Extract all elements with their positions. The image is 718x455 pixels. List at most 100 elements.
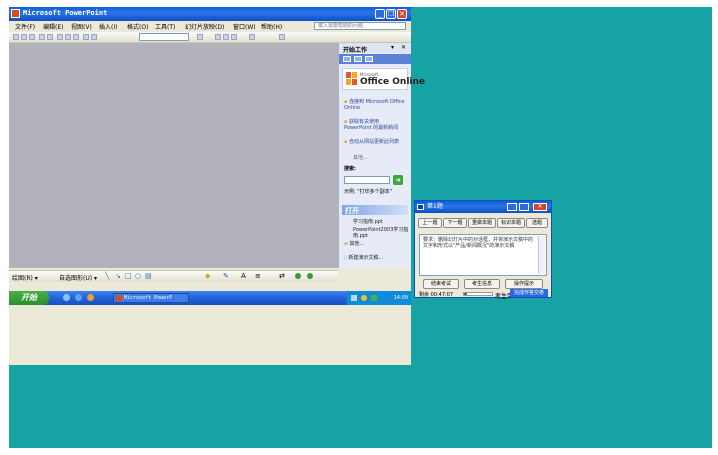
cut-icon[interactable] xyxy=(57,34,63,40)
save-icon[interactable] xyxy=(29,34,35,40)
keyboard-icon[interactable] xyxy=(351,295,357,301)
window-title: Microsoft PowerPoint xyxy=(23,9,108,17)
new-slide-icon[interactable] xyxy=(279,34,285,40)
line-color-icon[interactable]: ✎ xyxy=(223,272,229,280)
task-pane-search-input[interactable] xyxy=(344,176,390,184)
line-style-icon[interactable]: ≡ xyxy=(255,272,261,280)
question-text: 要求：删除幻灯片中的对话框，并将演示文稿中的文字和形式以"产品/新闻概况"的演示… xyxy=(419,234,547,276)
help-search-input[interactable]: 键入需要帮助的问题 xyxy=(314,22,406,30)
align-left-icon[interactable] xyxy=(215,34,221,40)
autoshapes-menu[interactable]: 自选图形(U) ▾ xyxy=(59,273,97,282)
office-online-logo[interactable]: Microsoft Office Online xyxy=(342,68,425,90)
minimize-button[interactable]: _ xyxy=(375,9,385,19)
oval-icon[interactable]: ○ xyxy=(135,272,141,280)
title-bar[interactable]: Microsoft PowerPoint _ ❐ ✕ xyxy=(9,7,411,21)
search-example: 示例: "打印多个副本" xyxy=(344,189,392,195)
taskbar: 开始 Microsoft PowerP 14:09 xyxy=(9,291,411,305)
exam-title-bar[interactable]: 第1题 ✕ xyxy=(415,201,551,213)
quick-launch-media-icon[interactable] xyxy=(87,294,94,301)
task-pane-title: 开始工作 xyxy=(343,47,368,54)
start-button[interactable]: 开始 xyxy=(9,291,49,305)
task-pane-menu-icon[interactable]: ▾ xyxy=(391,44,394,51)
exam-close-button[interactable]: ✕ xyxy=(533,203,547,211)
submit-button[interactable]: 完成作答交卷 xyxy=(510,289,548,297)
menu-format[interactable]: 格式(O) xyxy=(127,22,148,31)
quick-launch-desktop-icon[interactable] xyxy=(63,294,70,301)
end-exam-button[interactable]: 结束考试 xyxy=(423,279,459,289)
restore-button[interactable]: ❐ xyxy=(386,9,396,19)
open-more[interactable]: ▰ 其他... xyxy=(344,241,408,247)
fill-color-icon[interactable]: ◆ xyxy=(205,272,210,280)
exam-maximize-button[interactable] xyxy=(519,203,529,211)
new-icon[interactable] xyxy=(13,34,19,40)
textbox-icon[interactable]: ▤ xyxy=(145,272,152,280)
design-icon[interactable] xyxy=(249,34,255,40)
operation-hint-button[interactable]: 操作提示 xyxy=(505,279,543,289)
menu-edit[interactable]: 编辑(E) xyxy=(43,22,63,31)
exam-progress-fill xyxy=(464,293,467,295)
new-presentation-link[interactable]: ▯ 新建演示文稿... xyxy=(344,255,408,261)
preview-icon[interactable] xyxy=(47,34,53,40)
link-news[interactable]: ▪ 获取有关使用 PowerPoint 的最新新闻 xyxy=(344,119,408,131)
open-icon[interactable] xyxy=(21,34,27,40)
link-office-online[interactable]: ▪ 连接到 Microsoft Office Online xyxy=(344,99,408,111)
arrow-style-icon[interactable]: ⇄ xyxy=(279,272,285,280)
search-go-icon[interactable]: ➜ xyxy=(393,175,403,185)
quick-launch-ie-icon[interactable] xyxy=(75,294,82,301)
arrow-icon[interactable]: ↘ xyxy=(115,272,121,280)
taskbar-item-label: Microsoft PowerP xyxy=(124,295,173,301)
slide-workspace[interactable] xyxy=(9,43,338,268)
close-button[interactable]: ✕ xyxy=(397,9,407,19)
line-icon[interactable]: ╲ xyxy=(105,272,109,280)
menu-file[interactable]: 文件(F) xyxy=(15,22,35,31)
3d-style-icon[interactable] xyxy=(307,273,313,279)
font-color-icon[interactable]: A xyxy=(241,272,246,280)
link-auto-update[interactable]: ▪ 自动从网站更新此列表 xyxy=(344,139,408,145)
mark-question-button[interactable]: 标识本题 xyxy=(497,218,525,228)
paste-icon[interactable] xyxy=(73,34,79,40)
exam-app-icon xyxy=(417,204,424,210)
link-more[interactable]: 其他... xyxy=(353,155,417,161)
menu-tools[interactable]: 工具(T) xyxy=(155,22,175,31)
task-pane-close-icon[interactable]: ✕ xyxy=(401,44,406,51)
volume-icon[interactable] xyxy=(371,295,377,301)
menu-slideshow[interactable]: 幻灯片放映(D) xyxy=(185,22,224,31)
menu-view[interactable]: 视图(V) xyxy=(71,22,92,31)
recent-file-1[interactable]: 学习指南.ppt xyxy=(353,219,417,225)
office-logo-icon xyxy=(346,72,357,86)
question-scrollbar[interactable] xyxy=(538,236,545,274)
align-center-icon[interactable] xyxy=(223,34,229,40)
menu-help[interactable]: 帮助(H) xyxy=(261,22,282,31)
candidate-info-button[interactable]: 考生信息 xyxy=(464,279,500,289)
task-pane-header: 开始工作 ▾ ✕ xyxy=(339,43,411,54)
forward-icon[interactable] xyxy=(354,56,362,62)
home-icon[interactable] xyxy=(365,56,373,62)
copy-icon[interactable] xyxy=(65,34,71,40)
back-icon[interactable] xyxy=(343,56,351,62)
zoom-select[interactable] xyxy=(139,33,189,41)
exam-minimize-button[interactable] xyxy=(507,203,517,211)
select-question-button[interactable]: 选题 xyxy=(526,218,548,228)
print-icon[interactable] xyxy=(39,34,45,40)
taskbar-item-powerpoint[interactable]: Microsoft PowerP xyxy=(113,293,189,303)
task-pane: 开始工作 ▾ ✕ Microsoft Office Online ▪ 连接到 M… xyxy=(338,43,425,268)
exam-progress-bar xyxy=(463,292,493,296)
recent-file-2[interactable]: PowerPoint2003学习指南.ppt xyxy=(353,227,409,239)
menu-window[interactable]: 窗口(W) xyxy=(233,22,256,31)
shadow-icon[interactable] xyxy=(295,273,301,279)
draw-menu[interactable]: 绘图(R) ▾ xyxy=(12,273,38,282)
redo-icon[interactable] xyxy=(91,34,97,40)
undo-icon[interactable] xyxy=(83,34,89,40)
clock[interactable]: 14:09 xyxy=(394,295,408,301)
task-pane-nav xyxy=(339,54,411,64)
help-icon[interactable] xyxy=(197,34,203,40)
system-tray: 14:09 xyxy=(347,291,411,305)
open-section-header: 打开 xyxy=(342,205,408,215)
align-right-icon[interactable] xyxy=(231,34,237,40)
menu-insert[interactable]: 插入(I) xyxy=(99,22,117,31)
next-question-button[interactable]: 下一题 xyxy=(443,218,467,228)
redo-question-button[interactable]: 重做本题 xyxy=(468,218,496,228)
network-icon[interactable] xyxy=(361,295,367,301)
rectangle-icon[interactable]: □ xyxy=(125,272,132,280)
prev-question-button[interactable]: 上一题 xyxy=(418,218,442,228)
